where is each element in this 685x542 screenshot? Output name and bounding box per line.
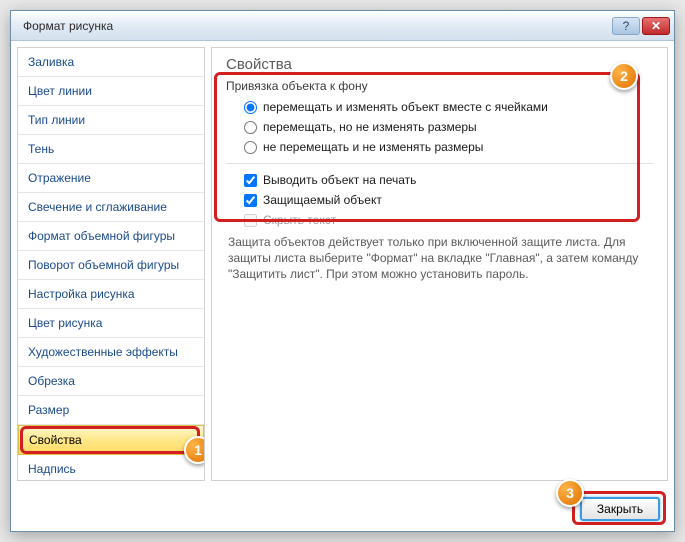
checkbox-label: Защищаемый объект	[263, 193, 382, 207]
window-controls: ? ✕	[612, 17, 670, 35]
dialog-body: ЗаливкаЦвет линииТип линииТеньОтражениеС…	[11, 41, 674, 487]
sidebar-item[interactable]: Тип линии	[18, 106, 204, 135]
sidebar-item[interactable]: Свечение и сглаживание	[18, 193, 204, 222]
sidebar-item[interactable]: Обрезка	[18, 367, 204, 396]
close-button[interactable]: Закрыть	[580, 497, 660, 521]
sidebar-item[interactable]: Надпись	[18, 455, 204, 481]
titlebar: Формат рисунка ? ✕	[11, 11, 674, 41]
radio-row[interactable]: перемещать, но не изменять размеры	[226, 117, 653, 137]
sidebar-item[interactable]: Тень	[18, 135, 204, 164]
sidebar-item[interactable]: Свойства	[18, 425, 204, 455]
sidebar-item[interactable]: Поворот объемной фигуры	[18, 251, 204, 280]
panel-title: Свойства	[226, 56, 653, 73]
window-close-button[interactable]: ✕	[642, 17, 670, 35]
radio-input[interactable]	[244, 121, 257, 134]
checkbox-label: Скрыть текст	[263, 213, 336, 227]
check-row[interactable]: Защищаемый объект	[226, 190, 653, 210]
radio-input[interactable]	[244, 141, 257, 154]
sidebar-item[interactable]: Отражение	[18, 164, 204, 193]
checkbox-input[interactable]	[244, 174, 257, 187]
close-icon: ✕	[651, 19, 661, 33]
content-pane: Свойства Привязка объекта к фону перемещ…	[211, 47, 668, 481]
radio-row[interactable]: перемещать и изменять объект вместе с яч…	[226, 97, 653, 117]
hint-text: Защита объектов действует только при вкл…	[226, 230, 653, 283]
help-icon: ?	[623, 19, 630, 33]
format-picture-dialog: Формат рисунка ? ✕ ЗаливкаЦвет линииТип …	[10, 10, 675, 532]
category-sidebar: ЗаливкаЦвет линииТип линииТеньОтражениеС…	[17, 47, 205, 481]
help-button[interactable]: ?	[612, 17, 640, 35]
radio-label: не перемещать и не изменять размеры	[263, 140, 483, 154]
checkbox-input	[244, 214, 257, 227]
group-label: Привязка объекта к фону	[226, 79, 653, 93]
dialog-footer: Закрыть 3	[11, 487, 674, 531]
sidebar-item[interactable]: Размер	[18, 396, 204, 425]
radio-input[interactable]	[244, 101, 257, 114]
check-row: Скрыть текст	[226, 210, 653, 230]
checkbox-input[interactable]	[244, 194, 257, 207]
radio-label: перемещать, но не изменять размеры	[263, 120, 477, 134]
sidebar-item[interactable]: Цвет рисунка	[18, 309, 204, 338]
check-row[interactable]: Выводить объект на печать	[226, 170, 653, 190]
checkbox-label: Выводить объект на печать	[263, 173, 416, 187]
sidebar-item[interactable]: Художественные эффекты	[18, 338, 204, 367]
sidebar-item[interactable]: Настройка рисунка	[18, 280, 204, 309]
sidebar-item[interactable]: Цвет линии	[18, 77, 204, 106]
sidebar-item[interactable]: Заливка	[18, 48, 204, 77]
separator	[226, 163, 653, 164]
radio-label: перемещать и изменять объект вместе с яч…	[263, 100, 548, 114]
sidebar-item[interactable]: Формат объемной фигуры	[18, 222, 204, 251]
radio-row[interactable]: не перемещать и не изменять размеры	[226, 137, 653, 157]
window-title: Формат рисунка	[23, 19, 612, 33]
